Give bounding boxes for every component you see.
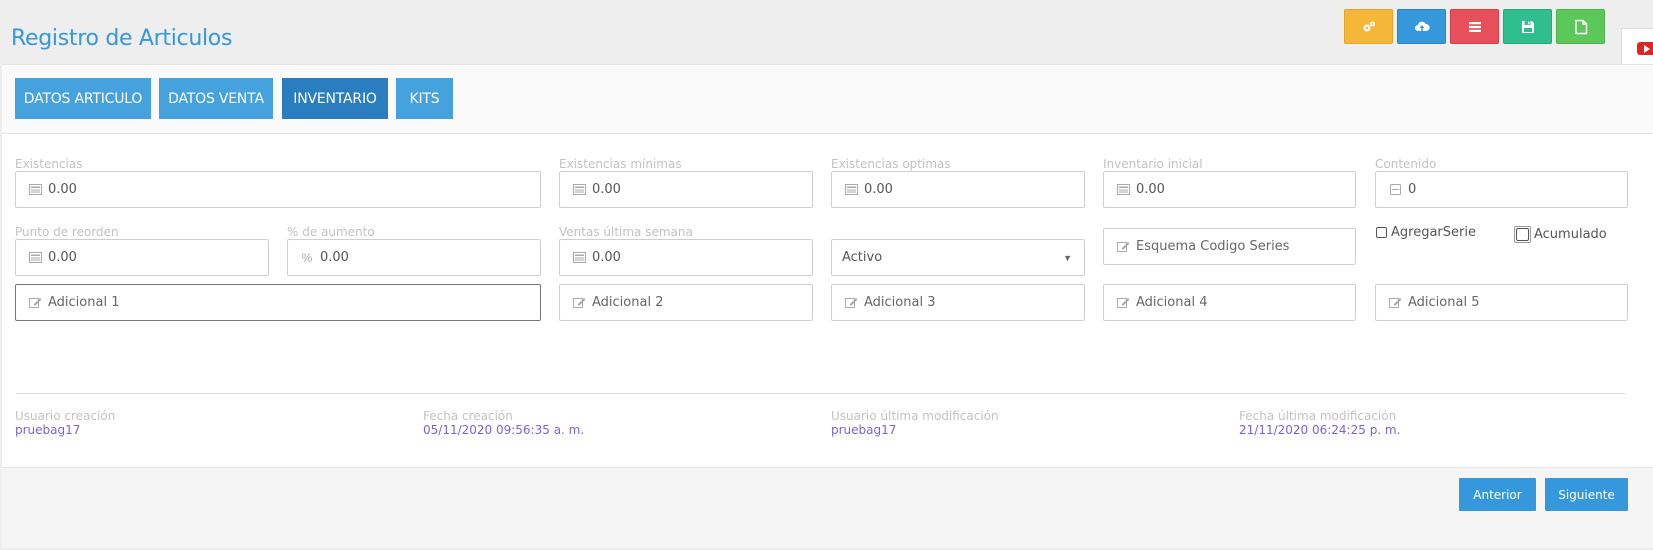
settings-button[interactable] <box>1344 9 1393 44</box>
edit-icon <box>572 297 586 308</box>
existencias-field[interactable]: 0.00 <box>15 171 541 208</box>
existencias-optimas-label: Existencias optimas <box>831 157 951 171</box>
calculator-icon <box>844 184 858 195</box>
adicional-1-placeholder: Adicional 1 <box>48 295 120 310</box>
punto-reorden-label: Punto de reorden <box>15 225 119 239</box>
aumento-label: % de aumento <box>287 225 375 239</box>
fecha-modificacion-label: Fecha última modificación <box>1239 409 1397 423</box>
siguiente-button[interactable]: Siguiente <box>1545 478 1628 511</box>
save-button[interactable] <box>1503 9 1552 44</box>
usuario-modificacion-value: pruebag17 <box>831 423 897 437</box>
adicional-3-placeholder: Adicional 3 <box>864 295 936 310</box>
agregar-serie-checkbox[interactable]: AgregarSerie <box>1376 225 1476 240</box>
edit-icon <box>844 297 858 308</box>
contenido-field[interactable]: 0 <box>1375 171 1628 208</box>
toolbar <box>1344 9 1605 44</box>
adicional-2-placeholder: Adicional 2 <box>592 295 664 310</box>
tabs-bar: DATOS ARTICULO DATOS VENTA INVENTARIO KI… <box>2 65 1653 134</box>
tab-datos-venta[interactable]: DATOS VENTA <box>159 78 273 119</box>
checkbox-frame <box>1514 226 1531 243</box>
existencias-minimas-field[interactable]: 0.00 <box>559 171 813 208</box>
file-icon <box>1574 19 1587 34</box>
fecha-creacion-label: Fecha creación <box>423 409 513 423</box>
anterior-button[interactable]: Anterior <box>1459 478 1536 511</box>
estado-select[interactable]: Activo ▼ <box>831 239 1085 276</box>
form-footer: Anterior Siguiente <box>2 467 1653 548</box>
contenido-value: 0 <box>1408 182 1417 197</box>
punto-reorden-field[interactable]: 0.00 <box>15 239 269 276</box>
tab-inventario[interactable]: INVENTARIO <box>282 78 388 119</box>
calculator-icon <box>28 184 42 195</box>
existencias-minimas-value: 0.00 <box>592 182 621 197</box>
cloud-upload-icon <box>1414 21 1430 31</box>
checkbox-box[interactable] <box>1516 228 1529 241</box>
dropdown-arrow-icon: ▼ <box>1063 253 1072 263</box>
inventario-inicial-value: 0.00 <box>1136 182 1165 197</box>
list-icon <box>1468 21 1481 32</box>
usuario-creacion-value: pruebag17 <box>15 423 81 437</box>
youtube-icon <box>1637 41 1653 55</box>
percent-icon: % <box>301 250 313 265</box>
edit-icon <box>1116 241 1130 252</box>
adicional-1-input[interactable]: Adicional 1 <box>15 284 541 321</box>
main-panel: DATOS ARTICULO DATOS VENTA INVENTARIO KI… <box>2 64 1653 548</box>
usuario-modificacion-label: Usuario última modificación <box>831 409 999 423</box>
estado-selected-value: Activo <box>842 250 883 265</box>
calculator-icon <box>28 252 42 263</box>
fecha-modificacion-value: 21/11/2020 06:24:25 p. m. <box>1239 423 1401 437</box>
ventas-semana-value: 0.00 <box>592 250 621 265</box>
fecha-creacion-value: 05/11/2020 09:56:35 a. m. <box>423 423 585 437</box>
agregar-serie-label: AgregarSerie <box>1391 225 1476 240</box>
tab-kits[interactable]: KITS <box>396 78 453 119</box>
cloud-button[interactable] <box>1397 9 1446 44</box>
floppy-icon <box>1521 20 1534 33</box>
ventas-semana-label: Ventas última semana <box>559 225 693 239</box>
youtube-side-button[interactable] <box>1621 28 1653 68</box>
edit-icon <box>1388 297 1402 308</box>
section-divider <box>16 393 1625 394</box>
existencias-value: 0.00 <box>48 182 77 197</box>
tab-datos-articulo[interactable]: DATOS ARTICULO <box>15 78 151 119</box>
acumulado-checkbox[interactable]: Acumulado <box>1514 226 1607 243</box>
inventario-inicial-field[interactable]: 0.00 <box>1103 171 1356 208</box>
page-title: Registro de Articulos <box>11 26 233 51</box>
acumulado-label: Acumulado <box>1534 227 1607 242</box>
adicional-5-input[interactable]: Adicional 5 <box>1375 284 1628 321</box>
adicional-2-input[interactable]: Adicional 2 <box>559 284 813 321</box>
new-file-button[interactable] <box>1556 9 1605 44</box>
box-icon <box>1388 184 1402 195</box>
inventario-inicial-label: Inventario inicial <box>1103 157 1203 171</box>
adicional-4-placeholder: Adicional 4 <box>1136 295 1208 310</box>
cogs-icon <box>1363 21 1375 31</box>
ventas-semana-field[interactable]: 0.00 <box>559 239 813 276</box>
esquema-series-input[interactable]: Esquema Codigo Series <box>1103 228 1356 265</box>
contenido-label: Contenido <box>1375 157 1437 171</box>
esquema-series-placeholder: Esquema Codigo Series <box>1136 239 1290 254</box>
calculator-icon <box>1116 184 1130 195</box>
calculator-icon <box>572 252 586 263</box>
existencias-label: Existencias <box>15 157 83 171</box>
adicional-3-input[interactable]: Adicional 3 <box>831 284 1085 321</box>
edit-icon <box>28 297 42 308</box>
calculator-icon <box>572 184 586 195</box>
edit-icon <box>1116 297 1130 308</box>
list-button[interactable] <box>1450 9 1499 44</box>
punto-reorden-value: 0.00 <box>48 250 77 265</box>
adicional-5-placeholder: Adicional 5 <box>1408 295 1480 310</box>
existencias-optimas-value: 0.00 <box>864 182 893 197</box>
checkbox-box[interactable] <box>1376 227 1387 238</box>
existencias-minimas-label: Existencias mínimas <box>559 157 682 171</box>
usuario-creacion-label: Usuario creación <box>15 409 116 423</box>
existencias-optimas-field[interactable]: 0.00 <box>831 171 1085 208</box>
aumento-field[interactable]: % 0.00 <box>287 239 541 276</box>
aumento-value: 0.00 <box>320 250 349 265</box>
page-header: Registro de Articulos <box>0 0 1653 64</box>
adicional-4-input[interactable]: Adicional 4 <box>1103 284 1356 321</box>
